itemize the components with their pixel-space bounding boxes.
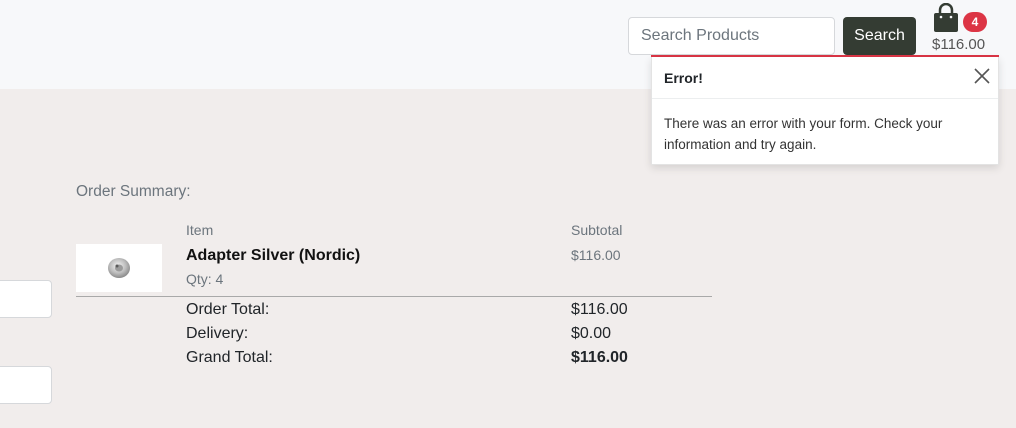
toast-message: There was an error with your form. Check… xyxy=(664,116,943,152)
search-input[interactable] xyxy=(628,17,835,55)
cart-total: $116.00 xyxy=(932,36,986,53)
delivery-value: $0.00 xyxy=(571,325,612,342)
delivery-label: Delivery: xyxy=(186,325,249,342)
order-summary-title: Order Summary: xyxy=(76,183,191,200)
product-subtotal: $116.00 xyxy=(571,247,621,263)
form-input-partial[interactable] xyxy=(0,280,52,318)
page: Search 4 $116.00 Error! There was an err… xyxy=(0,0,1016,428)
toast-title: Error! xyxy=(664,70,703,86)
order-total-label: Order Total: xyxy=(186,301,270,318)
product-thumbnail xyxy=(76,244,162,292)
product-qty: Qty: 4 xyxy=(186,271,224,287)
close-icon[interactable] xyxy=(972,66,992,86)
divider xyxy=(76,296,712,297)
error-toast: Error! There was an error with your form… xyxy=(651,57,999,165)
search-button[interactable]: Search xyxy=(843,17,916,55)
order-total-value: $116.00 xyxy=(571,301,628,318)
form-input-partial[interactable] xyxy=(0,366,52,404)
grand-total-value: $116.00 xyxy=(571,349,628,366)
subtotal-column-header: Subtotal xyxy=(571,222,623,238)
grand-total-label: Grand Total: xyxy=(186,349,273,366)
cart-link[interactable]: 4 $116.00 xyxy=(926,0,996,56)
item-column-header: Item xyxy=(186,222,214,238)
product-name[interactable]: Adapter Silver (Nordic) xyxy=(186,247,360,265)
shopping-bag-icon xyxy=(931,2,961,33)
cart-count-badge: 4 xyxy=(963,12,987,32)
toast-header: Error! xyxy=(652,57,998,99)
